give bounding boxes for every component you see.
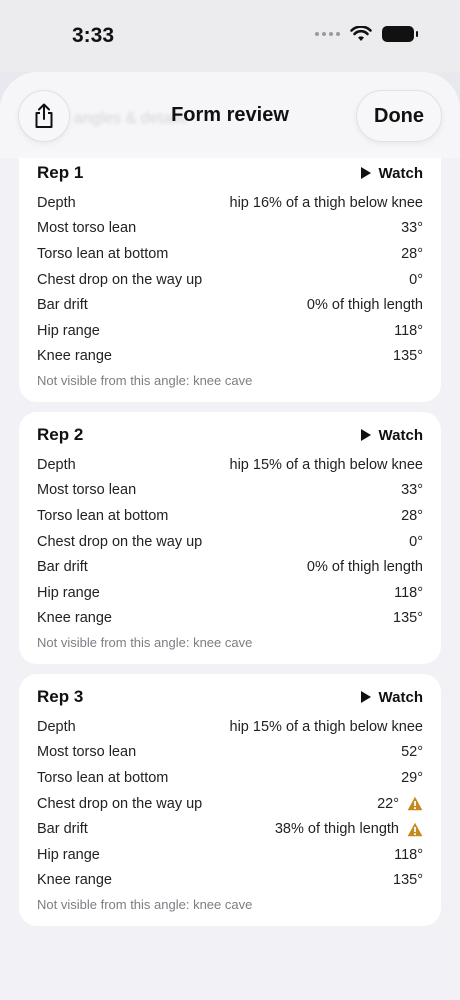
visibility-note: Not visible from this angle: knee cave	[37, 897, 253, 913]
watch-label: Watch	[378, 426, 423, 444]
metric-label: Most torso lean	[37, 220, 137, 237]
metric-value: 135°	[393, 348, 423, 365]
metric-label: Torso lean at bottom	[37, 507, 169, 524]
metric-label: Hip range	[37, 322, 100, 339]
visibility-note: Not visible from this angle: knee cave	[37, 635, 253, 651]
status-icons	[315, 26, 418, 42]
metric-row: Depth hip 15% of a thigh below knee	[37, 452, 423, 478]
metric-row: Most torso lean 52°	[37, 740, 423, 766]
metric-label: Hip range	[37, 584, 100, 601]
metric-value: 135°	[393, 610, 423, 627]
metric-label: Depth	[37, 194, 76, 211]
metric-value: 0% of thigh length	[306, 297, 423, 314]
rep-title: Rep 2	[37, 425, 84, 444]
metric-value: 33°	[401, 482, 423, 499]
metric-value: 33°	[401, 220, 423, 237]
metric-row: Bar drift 0% of thigh length	[37, 292, 423, 318]
metric-row: Chest drop on the way up 0°	[37, 267, 423, 293]
metric-value: 118°	[394, 322, 423, 339]
warning-icon	[407, 822, 423, 836]
form-review-sheet: angles & details Form review Done Rep 1 …	[0, 72, 460, 1000]
metric-value: hip 15% of a thigh below knee	[229, 456, 423, 473]
cellular-dots-icon	[315, 32, 340, 36]
metric-value: 38% of thigh length	[274, 821, 399, 838]
rep-title: Rep 3	[37, 687, 84, 706]
metric-value: hip 16% of a thigh below knee	[229, 194, 423, 211]
metric-label: Knee range	[37, 348, 112, 365]
metric-row: Knee range 135°	[37, 344, 423, 370]
metric-value: 28°	[401, 507, 423, 524]
metric-label: Hip range	[37, 846, 100, 863]
metric-label: Knee range	[37, 610, 112, 627]
metric-value: 0% of thigh length	[306, 559, 423, 576]
metric-value: hip 15% of a thigh below knee	[229, 718, 423, 735]
watch-label: Watch	[378, 688, 423, 706]
metric-label: Bar drift	[37, 559, 88, 576]
watch-button[interactable]: Watch	[360, 426, 423, 444]
status-time: 3:33	[72, 24, 115, 47]
metric-row: Most torso lean 33°	[37, 478, 423, 504]
metric-label: Knee range	[37, 872, 112, 889]
metric-label: Torso lean at bottom	[37, 245, 169, 262]
metric-value: 135°	[393, 872, 423, 889]
play-icon	[360, 691, 371, 703]
metric-label: Torso lean at bottom	[37, 769, 169, 786]
wifi-icon	[350, 26, 372, 41]
metric-row: Torso lean at bottom 28°	[37, 241, 423, 267]
warning-icon	[407, 796, 423, 811]
metric-label: Bar drift	[37, 821, 88, 838]
metric-label: Chest drop on the way up	[37, 795, 203, 812]
watch-label: Watch	[378, 164, 423, 182]
metric-label: Chest drop on the way up	[37, 271, 203, 288]
metric-label: Most torso lean	[37, 744, 137, 761]
sheet-header: angles & details Form review Done	[0, 72, 460, 158]
metric-value: 0°	[409, 271, 423, 288]
metric-row: Chest drop on the way up 22°	[37, 791, 423, 817]
metric-row: Chest drop on the way up 0°	[37, 529, 423, 555]
rep-title: Rep 1	[37, 163, 84, 182]
metric-value: 0°	[409, 533, 423, 550]
metric-value: 22°	[377, 795, 399, 812]
metric-row: Knee range 135°	[37, 606, 423, 632]
rep-card: Rep 3 Watch Depth hip 15% of a thigh belo…	[19, 674, 441, 926]
play-icon	[360, 167, 371, 179]
play-icon	[360, 429, 371, 441]
metric-label: Bar drift	[37, 297, 88, 314]
metric-row: Bar drift 0% of thigh length	[37, 554, 423, 580]
metric-row: Bar drift 38% of thigh length	[37, 816, 423, 842]
metric-value: 118°	[394, 846, 423, 863]
metric-row: Hip range 118°	[37, 318, 423, 344]
watch-button[interactable]: Watch	[360, 164, 423, 182]
metric-row: Torso lean at bottom 28°	[37, 503, 423, 529]
status-bar: 3:33	[0, 0, 460, 72]
metric-value: 118°	[394, 584, 423, 601]
watch-button[interactable]: Watch	[360, 688, 423, 706]
metric-row: Most torso lean 33°	[37, 216, 423, 242]
done-button[interactable]: Done	[356, 90, 442, 142]
rep-card: Rep 2 Watch Depth hip 15% of a thigh belo…	[19, 412, 441, 664]
rep-card: Rep 1 Watch Depth hip 16% of a thigh belo…	[19, 150, 441, 402]
rep-list: Rep 1 Watch Depth hip 16% of a thigh belo…	[19, 150, 441, 936]
metric-label: Depth	[37, 456, 76, 473]
metric-row: Depth hip 15% of a thigh below knee	[37, 714, 423, 740]
visibility-note: Not visible from this angle: knee cave	[37, 373, 253, 389]
metric-row: Knee range 135°	[37, 868, 423, 894]
metric-value: 28°	[401, 245, 423, 262]
metric-row: Hip range 118°	[37, 580, 423, 606]
metric-row: Depth hip 16% of a thigh below knee	[37, 190, 423, 216]
metric-value: 52°	[401, 744, 423, 761]
battery-icon	[382, 26, 418, 42]
metric-row: Torso lean at bottom 29°	[37, 765, 423, 791]
metric-value: 29°	[401, 769, 423, 786]
metric-label: Chest drop on the way up	[37, 533, 203, 550]
metric-label: Most torso lean	[37, 482, 137, 499]
metric-row: Hip range 118°	[37, 842, 423, 868]
metric-label: Depth	[37, 718, 76, 735]
